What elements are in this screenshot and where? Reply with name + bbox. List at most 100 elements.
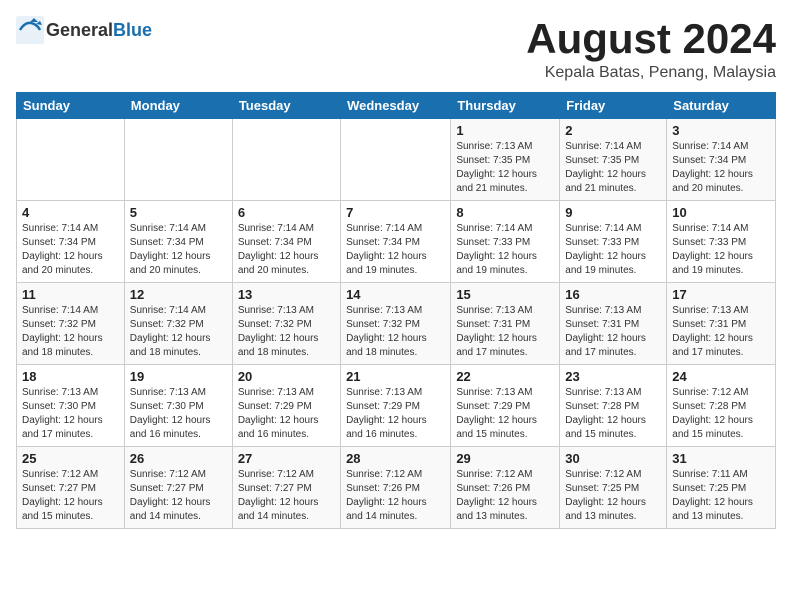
day-number: 24 [672, 369, 770, 384]
day-number: 18 [22, 369, 119, 384]
day-info: Sunrise: 7:13 AM Sunset: 7:30 PM Dayligh… [130, 386, 227, 442]
day-number: 5 [130, 205, 227, 220]
day-cell: 26 Sunrise: 7:12 AM Sunset: 7:27 PM Dayli… [124, 447, 232, 529]
day-info: Sunrise: 7:12 AM Sunset: 7:27 PM Dayligh… [22, 468, 119, 524]
day-number: 23 [565, 369, 661, 384]
logo-text: GeneralBlue [46, 20, 152, 41]
day-cell: 24Sunrise: 7:12 AM Sunset: 7:28 PM Dayli… [667, 365, 776, 447]
day-info: Sunrise: 7:12 AM Sunset: 7:27 PM Dayligh… [238, 468, 335, 524]
day-info: Sunrise: 7:13 AM Sunset: 7:31 PM Dayligh… [672, 304, 770, 360]
day-cell: 3 Sunrise: 7:14 AM Sunset: 7:34 PM Daylig… [667, 119, 776, 201]
day-info: Sunrise: 7:13 AM Sunset: 7:30 PM Dayligh… [22, 386, 119, 442]
day-cell: 27 Sunrise: 7:12 AM Sunset: 7:27 PM Dayli… [232, 447, 340, 529]
day-cell: 19 Sunrise: 7:13 AM Sunset: 7:30 PM Dayli… [124, 365, 232, 447]
day-number: 19 [130, 369, 227, 384]
day-number: 29 [456, 451, 554, 466]
day-info: Sunrise: 7:14 AM Sunset: 7:33 PM Dayligh… [456, 222, 554, 278]
day-number: 8 [456, 205, 554, 220]
day-cell: 6 Sunrise: 7:14 AM Sunset: 7:34 PM Daylig… [232, 201, 340, 283]
day-number: 4 [22, 205, 119, 220]
day-number: 28 [346, 451, 445, 466]
day-number: 27 [238, 451, 335, 466]
header-cell-friday: Friday [560, 93, 667, 119]
header-cell-monday: Monday [124, 93, 232, 119]
day-cell: 14Sunrise: 7:13 AM Sunset: 7:32 PM Dayli… [341, 283, 451, 365]
day-cell: 21Sunrise: 7:13 AM Sunset: 7:29 PM Dayli… [341, 365, 451, 447]
logo: GeneralBlue [16, 16, 152, 44]
day-cell [124, 119, 232, 201]
day-info: Sunrise: 7:13 AM Sunset: 7:29 PM Dayligh… [456, 386, 554, 442]
day-info: Sunrise: 7:13 AM Sunset: 7:31 PM Dayligh… [565, 304, 661, 360]
day-number: 7 [346, 205, 445, 220]
week-row-3: 11 Sunrise: 7:14 AM Sunset: 7:32 PM Dayli… [17, 283, 776, 365]
week-row-5: 25 Sunrise: 7:12 AM Sunset: 7:27 PM Dayli… [17, 447, 776, 529]
day-info: Sunrise: 7:14 AM Sunset: 7:34 PM Dayligh… [22, 222, 119, 278]
header: GeneralBlue August 2024 Kepala Batas, Pe… [16, 16, 776, 82]
day-cell: 15Sunrise: 7:13 AM Sunset: 7:31 PM Dayli… [451, 283, 560, 365]
logo-icon [16, 16, 44, 44]
location-title: Kepala Batas, Penang, Malaysia [526, 64, 776, 82]
month-title: August 2024 [526, 16, 776, 62]
header-cell-tuesday: Tuesday [232, 93, 340, 119]
day-cell: 10 Sunrise: 7:14 AM Sunset: 7:33 PM Dayli… [667, 201, 776, 283]
day-info: Sunrise: 7:13 AM Sunset: 7:29 PM Dayligh… [346, 386, 445, 442]
day-number: 15 [456, 287, 554, 302]
day-number: 26 [130, 451, 227, 466]
day-info: Sunrise: 7:14 AM Sunset: 7:34 PM Dayligh… [130, 222, 227, 278]
day-cell [17, 119, 125, 201]
day-info: Sunrise: 7:12 AM Sunset: 7:26 PM Dayligh… [346, 468, 445, 524]
week-row-1: 1Sunrise: 7:13 AM Sunset: 7:35 PM Daylig… [17, 119, 776, 201]
day-info: Sunrise: 7:12 AM Sunset: 7:25 PM Dayligh… [565, 468, 661, 524]
day-number: 30 [565, 451, 661, 466]
day-number: 22 [456, 369, 554, 384]
day-cell: 30 Sunrise: 7:12 AM Sunset: 7:25 PM Dayli… [560, 447, 667, 529]
day-number: 6 [238, 205, 335, 220]
day-cell: 1Sunrise: 7:13 AM Sunset: 7:35 PM Daylig… [451, 119, 560, 201]
day-number: 20 [238, 369, 335, 384]
day-cell: 2 Sunrise: 7:14 AM Sunset: 7:35 PM Daylig… [560, 119, 667, 201]
day-info: Sunrise: 7:12 AM Sunset: 7:27 PM Dayligh… [130, 468, 227, 524]
header-cell-thursday: Thursday [451, 93, 560, 119]
day-info: Sunrise: 7:13 AM Sunset: 7:32 PM Dayligh… [238, 304, 335, 360]
day-info: Sunrise: 7:14 AM Sunset: 7:34 PM Dayligh… [238, 222, 335, 278]
day-cell: 17Sunrise: 7:13 AM Sunset: 7:31 PM Dayli… [667, 283, 776, 365]
day-cell [341, 119, 451, 201]
day-cell: 22 Sunrise: 7:13 AM Sunset: 7:29 PM Dayli… [451, 365, 560, 447]
day-info: Sunrise: 7:13 AM Sunset: 7:35 PM Dayligh… [456, 140, 554, 196]
day-cell: 13Sunrise: 7:13 AM Sunset: 7:32 PM Dayli… [232, 283, 340, 365]
week-row-4: 18 Sunrise: 7:13 AM Sunset: 7:30 PM Dayli… [17, 365, 776, 447]
day-cell: 8 Sunrise: 7:14 AM Sunset: 7:33 PM Daylig… [451, 201, 560, 283]
day-info: Sunrise: 7:11 AM Sunset: 7:25 PM Dayligh… [672, 468, 770, 524]
day-number: 9 [565, 205, 661, 220]
day-number: 11 [22, 287, 119, 302]
day-info: Sunrise: 7:14 AM Sunset: 7:35 PM Dayligh… [565, 140, 661, 196]
day-info: Sunrise: 7:12 AM Sunset: 7:26 PM Dayligh… [456, 468, 554, 524]
day-info: Sunrise: 7:13 AM Sunset: 7:28 PM Dayligh… [565, 386, 661, 442]
day-cell: 29 Sunrise: 7:12 AM Sunset: 7:26 PM Dayli… [451, 447, 560, 529]
day-cell: 31Sunrise: 7:11 AM Sunset: 7:25 PM Dayli… [667, 447, 776, 529]
day-number: 10 [672, 205, 770, 220]
day-cell: 12 Sunrise: 7:14 AM Sunset: 7:32 PM Dayli… [124, 283, 232, 365]
logo-general: General [46, 20, 113, 40]
day-info: Sunrise: 7:13 AM Sunset: 7:32 PM Dayligh… [346, 304, 445, 360]
day-info: Sunrise: 7:14 AM Sunset: 7:32 PM Dayligh… [130, 304, 227, 360]
day-cell: 5 Sunrise: 7:14 AM Sunset: 7:34 PM Daylig… [124, 201, 232, 283]
day-info: Sunrise: 7:14 AM Sunset: 7:34 PM Dayligh… [346, 222, 445, 278]
day-number: 3 [672, 123, 770, 138]
day-number: 25 [22, 451, 119, 466]
header-row: SundayMondayTuesdayWednesdayThursdayFrid… [17, 93, 776, 119]
header-cell-saturday: Saturday [667, 93, 776, 119]
day-cell [232, 119, 340, 201]
day-number: 16 [565, 287, 661, 302]
day-cell: 25 Sunrise: 7:12 AM Sunset: 7:27 PM Dayli… [17, 447, 125, 529]
day-cell: 9Sunrise: 7:14 AM Sunset: 7:33 PM Daylig… [560, 201, 667, 283]
day-cell: 7 Sunrise: 7:14 AM Sunset: 7:34 PM Daylig… [341, 201, 451, 283]
day-number: 12 [130, 287, 227, 302]
day-info: Sunrise: 7:14 AM Sunset: 7:33 PM Dayligh… [672, 222, 770, 278]
calendar-body: 1Sunrise: 7:13 AM Sunset: 7:35 PM Daylig… [17, 119, 776, 529]
calendar-header: SundayMondayTuesdayWednesdayThursdayFrid… [17, 93, 776, 119]
day-number: 2 [565, 123, 661, 138]
day-info: Sunrise: 7:14 AM Sunset: 7:34 PM Dayligh… [672, 140, 770, 196]
calendar-table: SundayMondayTuesdayWednesdayThursdayFrid… [16, 92, 776, 529]
day-cell: 28 Sunrise: 7:12 AM Sunset: 7:26 PM Dayli… [341, 447, 451, 529]
